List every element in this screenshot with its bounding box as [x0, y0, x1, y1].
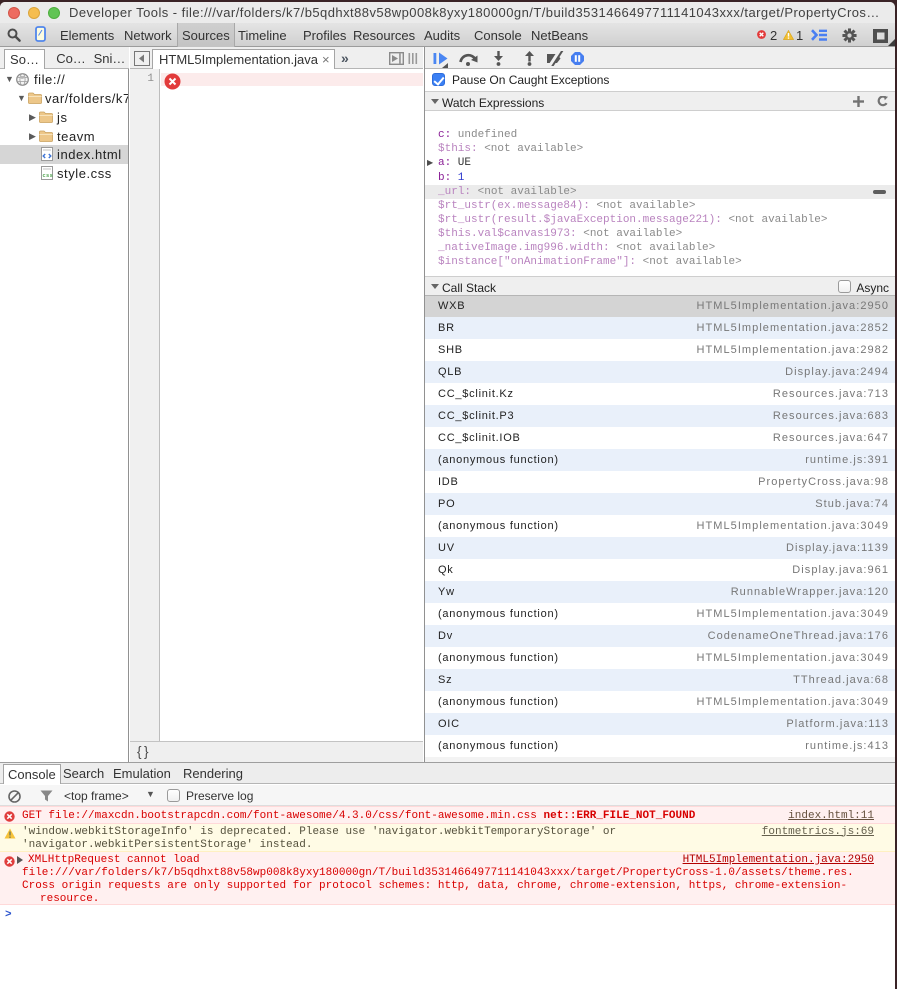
svg-text:css: css — [43, 173, 54, 179]
